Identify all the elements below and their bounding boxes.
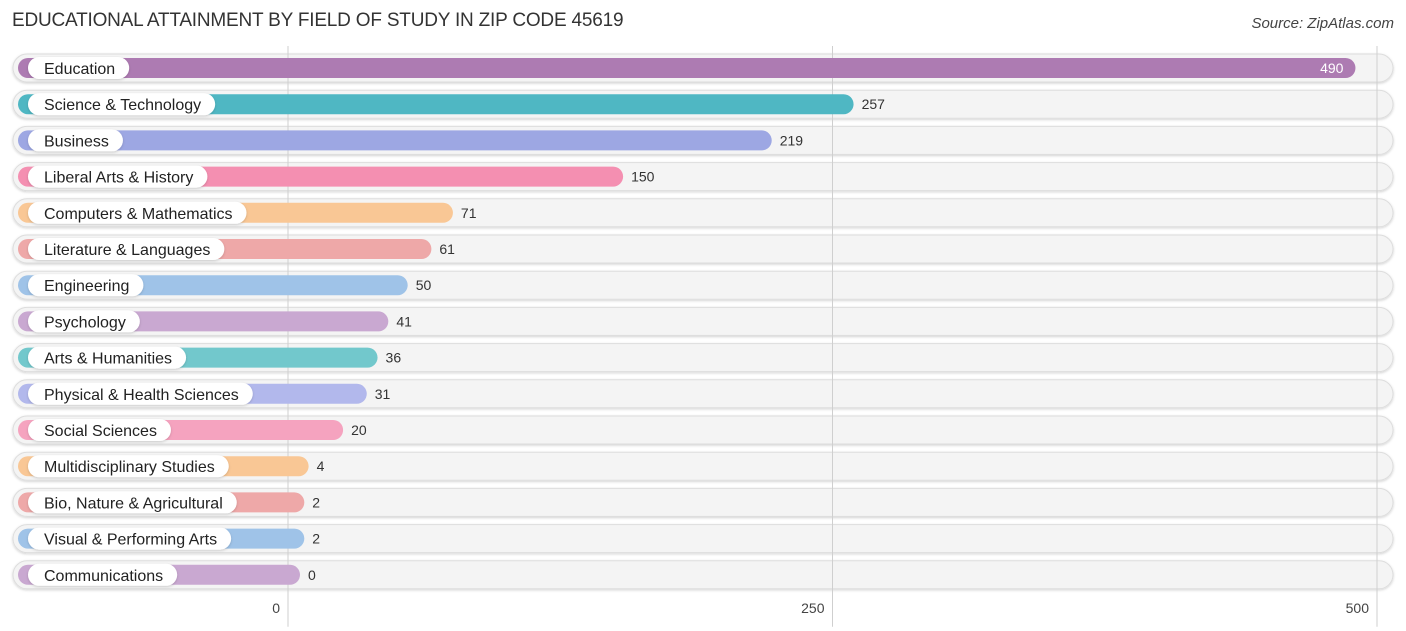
value-label: 490 <box>1320 60 1344 76</box>
bar <box>18 130 772 151</box>
value-label: 36 <box>386 350 402 366</box>
category-label: Bio, Nature & Agricultural <box>44 495 223 512</box>
value-label: 4 <box>317 458 325 474</box>
x-tick-label: 0 <box>272 600 280 616</box>
category-label: Science & Technology <box>44 97 201 114</box>
category-label: Liberal Arts & History <box>44 170 193 187</box>
value-label: 257 <box>862 96 886 112</box>
category-label: Psychology <box>44 314 126 331</box>
category-label: Multidisciplinary Studies <box>44 459 215 476</box>
value-label: 150 <box>631 169 655 185</box>
value-label: 219 <box>780 132 804 148</box>
bar <box>18 58 1356 78</box>
value-label: 50 <box>416 277 432 293</box>
category-label: Literature & Languages <box>44 242 210 259</box>
category-label: Education <box>44 61 115 78</box>
value-label: 71 <box>461 205 477 221</box>
category-label: Visual & Performing Arts <box>44 532 217 549</box>
value-label: 41 <box>396 313 412 329</box>
value-label: 2 <box>312 494 320 510</box>
value-label: 0 <box>308 567 316 583</box>
x-tick-label: 500 <box>1346 600 1370 616</box>
category-label: Communications <box>44 568 163 585</box>
x-tick-label: 250 <box>801 600 825 616</box>
category-label: Engineering <box>44 278 129 295</box>
value-label: 61 <box>439 241 455 257</box>
value-label: 20 <box>351 422 367 438</box>
x-axis: 0 250 500 <box>272 600 1369 616</box>
category-label: Social Sciences <box>44 423 157 440</box>
category-label: Computers & Mathematics <box>44 206 233 223</box>
value-label: 2 <box>312 531 320 547</box>
category-label: Physical & Health Sciences <box>44 387 239 404</box>
category-label: Arts & Humanities <box>44 351 172 368</box>
value-label: 31 <box>375 386 391 402</box>
bar-chart: Education 490 Science & Technology 257 Busin… <box>12 46 1394 627</box>
category-label: Business <box>44 133 109 150</box>
